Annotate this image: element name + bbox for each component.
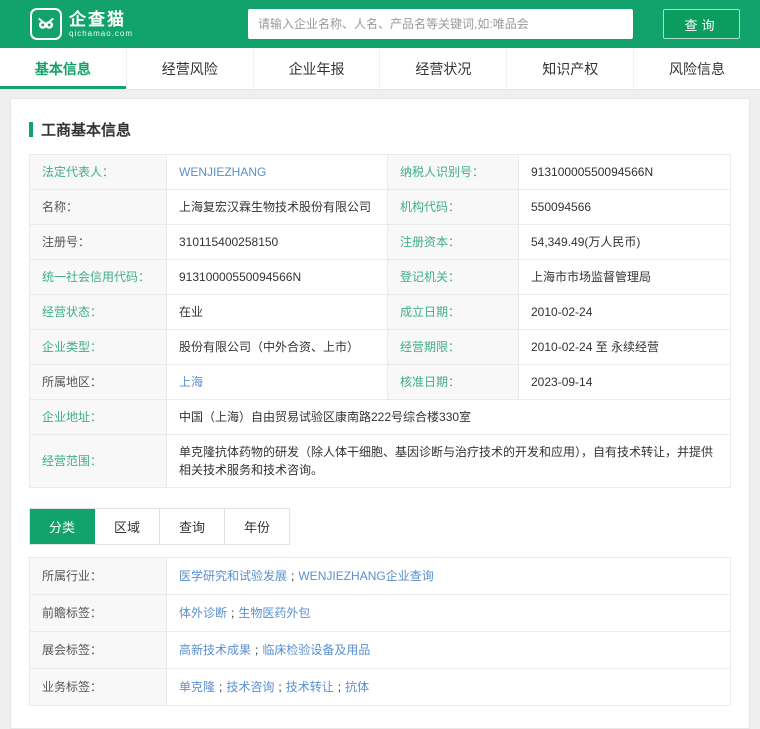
search-button[interactable]: 查询: [663, 9, 740, 39]
filter-tab-query[interactable]: 查询: [160, 509, 225, 544]
filter-tab-region[interactable]: 区域: [95, 509, 160, 544]
tag-link[interactable]: 抗体: [345, 680, 369, 694]
field-value: 在业: [167, 295, 388, 330]
company-address-value: 中国（上海）自由贸易试验区康南路222号综合楼330室: [167, 400, 731, 435]
tab-risk-info[interactable]: 风险信息: [633, 48, 760, 89]
field-label: 经营期限：: [388, 330, 519, 365]
field-label: 法定代表人：: [30, 155, 167, 190]
brand-text: 企查猫 qichamao.com: [69, 11, 133, 38]
separator: ;: [338, 680, 341, 694]
separator: ;: [255, 643, 258, 657]
owl-logo-icon: [30, 8, 62, 40]
field-value: 550094566: [519, 190, 731, 225]
tag-link[interactable]: 单克隆: [179, 680, 215, 694]
field-label: 机构代码：: [388, 190, 519, 225]
field-label: 所属地区：: [30, 365, 167, 400]
field-label: 纳税人识别号：: [388, 155, 519, 190]
separator: ;: [278, 680, 281, 694]
field-label: 统一社会信用代码：: [30, 260, 167, 295]
separator: ;: [219, 680, 222, 694]
tag-link[interactable]: 体外诊断: [179, 606, 227, 620]
field-value: 上海市市场监督管理局: [519, 260, 731, 295]
field-label: 经营范围：: [30, 435, 167, 488]
filter-tab-category[interactable]: 分类: [30, 509, 95, 544]
page-title: 工商基本信息: [41, 119, 131, 140]
field-label: 所属行业：: [30, 558, 167, 595]
legal-representative-link[interactable]: WENJIEZHANG: [179, 165, 266, 179]
field-value: 2010-02-24: [519, 295, 731, 330]
field-label: 企业地址：: [30, 400, 167, 435]
tag-link[interactable]: 临床检验设备及用品: [262, 643, 370, 657]
field-value: 91310000550094566N: [167, 260, 388, 295]
search-bar: [248, 9, 633, 39]
field-label: 前瞻标签：: [30, 595, 167, 632]
field-label: 注册号：: [30, 225, 167, 260]
tag-link[interactable]: 生物医药外包: [238, 606, 310, 620]
main-nav: 基本信息 经营风险 企业年报 经营状况 知识产权 风险信息: [0, 48, 760, 90]
table-row: 统一社会信用代码： 91310000550094566N 登记机关： 上海市市场…: [30, 260, 731, 295]
table-row: 经营范围： 单克隆抗体药物的研发（除人体干细胞、基因诊断与治疗技术的开发和应用）…: [30, 435, 731, 488]
table-row: 所属地区： 上海 核准日期： 2023-09-14: [30, 365, 731, 400]
tab-operating-status[interactable]: 经营状况: [379, 48, 506, 89]
section-accent-bar: [29, 122, 33, 137]
exhibition-tags: 高新技术成果; 临床检验设备及用品: [167, 632, 731, 669]
tab-intellectual-property[interactable]: 知识产权: [506, 48, 633, 89]
field-value: 2023-09-14: [519, 365, 731, 400]
business-info-table: 法定代表人： WENJIEZHANG 纳税人识别号： 9131000055009…: [29, 154, 731, 488]
field-value: 股份有限公司（中外合资、上市）: [167, 330, 388, 365]
field-value: 310115400258150: [167, 225, 388, 260]
table-row: 所属行业： 医学研究和试验发展; WENJIEZHANG企业查询: [30, 558, 731, 595]
tab-operating-risk[interactable]: 经营风险: [126, 48, 253, 89]
tag-link[interactable]: 技术咨询: [226, 680, 274, 694]
business-tags: 单克隆; 技术咨询; 技术转让; 抗体: [167, 669, 731, 706]
tag-link[interactable]: 技术转让: [286, 680, 334, 694]
section-header: 工商基本信息: [29, 119, 731, 140]
tab-annual-report[interactable]: 企业年报: [253, 48, 380, 89]
app-header: 企查猫 qichamao.com 查询: [0, 0, 760, 48]
table-row: 经营状态： 在业 成立日期： 2010-02-24: [30, 295, 731, 330]
field-label: 成立日期：: [388, 295, 519, 330]
filter-tabs: 分类 区域 查询 年份: [29, 508, 290, 545]
industry-link[interactable]: 医学研究和试验发展: [179, 569, 287, 583]
field-label: 注册资本：: [388, 225, 519, 260]
field-value: 54,349.49(万人民币): [519, 225, 731, 260]
field-label: 业务标签：: [30, 669, 167, 706]
filter-tab-year[interactable]: 年份: [225, 509, 289, 544]
field-value: 2010-02-24 至 永续经营: [519, 330, 731, 365]
field-label: 名称：: [30, 190, 167, 225]
table-row: 法定代表人： WENJIEZHANG 纳税人识别号： 9131000055009…: [30, 155, 731, 190]
region-link[interactable]: 上海: [179, 375, 203, 389]
company-query-link[interactable]: WENJIEZHANG企业查询: [298, 569, 433, 583]
company-name-value: 上海复宏汉霖生物技术股份有限公司: [167, 190, 388, 225]
brand-logo[interactable]: 企查猫 qichamao.com: [30, 8, 133, 40]
separator: ;: [291, 569, 294, 583]
table-row: 名称： 上海复宏汉霖生物技术股份有限公司 机构代码： 550094566: [30, 190, 731, 225]
field-label: 经营状态：: [30, 295, 167, 330]
field-value: 上海: [167, 365, 388, 400]
business-scope-value: 单克隆抗体药物的研发（除人体干细胞、基因诊断与治疗技术的开发和应用），自有技术转…: [167, 435, 731, 488]
field-label: 企业类型：: [30, 330, 167, 365]
brand-name: 企查猫: [69, 11, 133, 29]
table-row: 业务标签： 单克隆; 技术咨询; 技术转让; 抗体: [30, 669, 731, 706]
tag-link[interactable]: 高新技术成果: [179, 643, 251, 657]
table-row: 注册号： 310115400258150 注册资本： 54,349.49(万人民…: [30, 225, 731, 260]
table-row: 企业类型： 股份有限公司（中外合资、上市） 经营期限： 2010-02-24 至…: [30, 330, 731, 365]
field-value: WENJIEZHANG: [167, 155, 388, 190]
content-card: 工商基本信息 法定代表人： WENJIEZHANG 纳税人识别号： 913100…: [10, 98, 750, 729]
field-label: 核准日期：: [388, 365, 519, 400]
field-label: 登记机关：: [388, 260, 519, 295]
industry-tags: 医学研究和试验发展; WENJIEZHANG企业查询: [167, 558, 731, 595]
search-input[interactable]: [248, 9, 633, 39]
foresight-tags: 体外诊断; 生物医药外包: [167, 595, 731, 632]
table-row: 企业地址： 中国（上海）自由贸易试验区康南路222号综合楼330室: [30, 400, 731, 435]
table-row: 展会标签： 高新技术成果; 临床检验设备及用品: [30, 632, 731, 669]
field-value: 91310000550094566N: [519, 155, 731, 190]
tags-table: 所属行业： 医学研究和试验发展; WENJIEZHANG企业查询 前瞻标签： 体外…: [29, 557, 731, 706]
field-label: 展会标签：: [30, 632, 167, 669]
separator: ;: [231, 606, 234, 620]
brand-domain: qichamao.com: [69, 29, 133, 38]
table-row: 前瞻标签： 体外诊断; 生物医药外包: [30, 595, 731, 632]
tab-basic-info[interactable]: 基本信息: [0, 48, 126, 89]
